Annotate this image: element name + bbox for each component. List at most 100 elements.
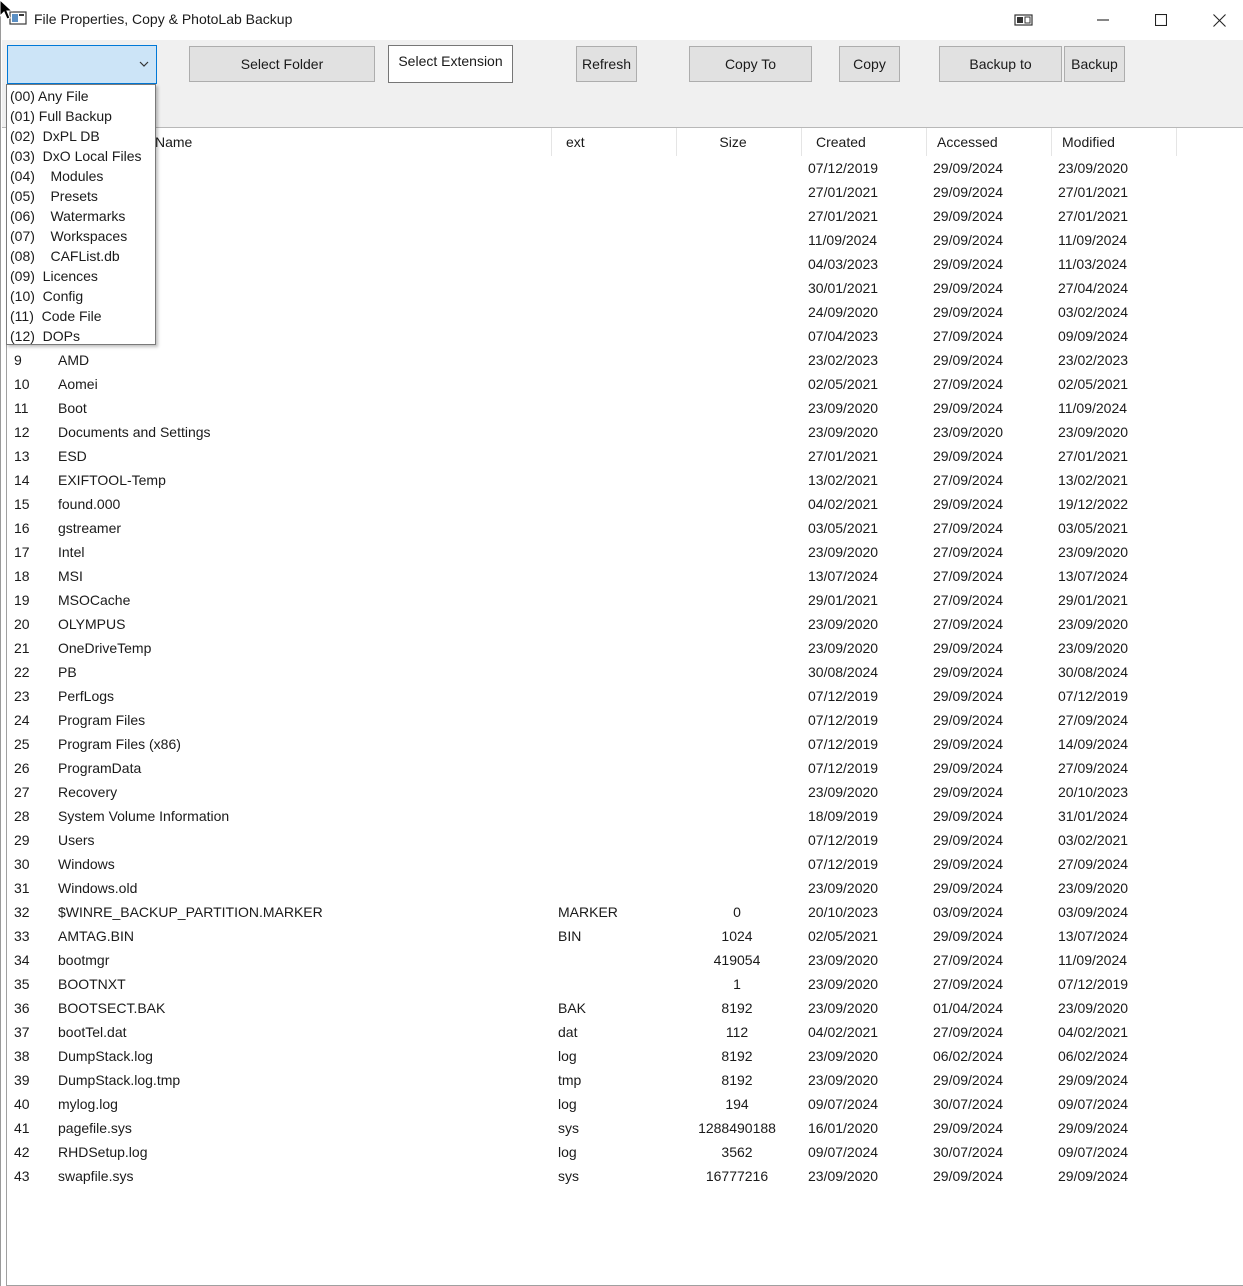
table-row[interactable]: 39 DumpStack.log.tmp tmp 8192 23/09/2020 29/0… xyxy=(7,1068,1243,1092)
dropdown-option[interactable]: (00) Any File xyxy=(7,86,155,106)
cell-modified: 29/01/2021 xyxy=(1058,592,1129,608)
cell-name: ProgramData xyxy=(58,760,142,776)
table-row[interactable]: 43 swapfile.sys sys 16777216 23/09/2020 29/09… xyxy=(7,1164,1243,1188)
column-header-size[interactable]: Size xyxy=(677,128,802,156)
cell-accessed: 29/09/2024 xyxy=(933,184,1004,200)
maximize-button[interactable] xyxy=(1132,0,1190,40)
backup-to-button[interactable]: Backup to xyxy=(939,46,1062,82)
cell-size: 419054 xyxy=(713,952,761,968)
dropdown-option[interactable]: (09) Licences xyxy=(7,266,155,286)
table-row[interactable]: Catalogs30/01/202129/09/202427/04/2024 xyxy=(7,276,1243,300)
refresh-button[interactable]: Refresh xyxy=(576,46,637,82)
cell-name: Boot xyxy=(58,400,87,416)
table-row[interactable]: 11/09/2024 29/09/2024 11/09/2024 xyxy=(7,228,1243,252)
dropdown-option[interactable]: (06) Watermarks xyxy=(7,206,155,226)
table-row[interactable]: 37 bootTel.dat dat 112 04/02/2021 27/09/2024 0… xyxy=(7,1020,1243,1044)
dropdown-option[interactable]: (04) Modules xyxy=(7,166,155,186)
dropdown-option[interactable]: (10) Config xyxy=(7,286,155,306)
column-header-modified[interactable]: Modified xyxy=(1052,128,1177,156)
table-row[interactable]: 42 RHDSetup.log log 3562 09/07/2024 30/07/202… xyxy=(7,1140,1243,1164)
table-row[interactable]: 20 OLYMPUS 23/09/2020 27/09/2024 23/09/2020 xyxy=(7,612,1243,636)
table-row[interactable]: 38 DumpStack.log log 8192 23/09/2020 06/02/20… xyxy=(7,1044,1243,1068)
table-row[interactable]: 40 mylog.log log 194 09/07/2024 30/07/2024 09/… xyxy=(7,1092,1243,1116)
table-row[interactable]: S27/01/202129/09/202427/01/2021 xyxy=(7,204,1243,228)
table-row[interactable]: 29 Users 07/12/2019 29/09/2024 03/02/2021 xyxy=(7,828,1243,852)
cell-ext: BAK xyxy=(558,1000,587,1016)
dropdown-option[interactable]: (03) DxO Local Files xyxy=(7,146,155,166)
cell-num: 33 xyxy=(14,928,30,944)
backup-button[interactable]: Backup xyxy=(1064,46,1125,82)
dropdown-option[interactable]: (05) Presets xyxy=(7,186,155,206)
table-row[interactable]: 12 Documents and Settings 23/09/2020 23/09/… xyxy=(7,420,1243,444)
table-row[interactable]: 9 AMD 23/02/2023 29/09/2024 23/02/2023 xyxy=(7,348,1243,372)
cell-size xyxy=(677,492,797,516)
cell-size xyxy=(677,372,797,396)
table-row[interactable]: 31 Windows.old 23/09/2020 29/09/2024 23/09/2… xyxy=(7,876,1243,900)
column-header-ext[interactable]: ext xyxy=(552,128,677,156)
table-row[interactable]: 04/03/2023 29/09/2024 11/03/2024 xyxy=(7,252,1243,276)
table-row[interactable]: 24/09/2020 29/09/2024 03/02/2024 xyxy=(7,300,1243,324)
table-row[interactable]: 26 ProgramData 07/12/2019 29/09/2024 27/09/2… xyxy=(7,756,1243,780)
table-row[interactable]: 32 $WINRE_BACKUP_PARTITION.MARKER MARKER 0 2… xyxy=(7,900,1243,924)
table-row[interactable]: 36 BOOTSECT.BAK BAK 8192 23/09/2020 01/04/202… xyxy=(7,996,1243,1020)
table-row[interactable]: 30 Windows 07/12/2019 29/09/2024 27/09/2024 xyxy=(7,852,1243,876)
table-row[interactable]: 22 PB 30/08/2024 29/09/2024 30/08/2024 xyxy=(7,660,1243,684)
table-row[interactable]: 24 Program Files 07/12/2019 29/09/2024 27/09… xyxy=(7,708,1243,732)
table-row[interactable]: 07/04/2023 27/09/2024 09/09/2024 xyxy=(7,324,1243,348)
backup-type-combobox[interactable] xyxy=(7,45,157,84)
table-row[interactable]: 21 OneDriveTemp 23/09/2020 29/09/2024 23/09/… xyxy=(7,636,1243,660)
cell-accessed: 29/09/2024 xyxy=(933,208,1004,224)
column-header-accessed[interactable]: Accessed xyxy=(927,128,1052,156)
dropdown-option[interactable]: (01) Full Backup xyxy=(7,106,155,126)
dropdown-option[interactable]: (02) DxPL DB xyxy=(7,126,155,146)
table-row[interactable]: 25 Program Files (x86) 07/12/2019 29/09/202… xyxy=(7,732,1243,756)
table-row[interactable]: BT27/01/202129/09/202427/01/2021 xyxy=(7,180,1243,204)
column-header-created[interactable]: Created xyxy=(802,128,927,156)
cell-num: 37 xyxy=(14,1024,30,1040)
table-row[interactable]: 35 BOOTNXT 1 23/09/2020 27/09/2024 07/12/2019 xyxy=(7,972,1243,996)
cell-size xyxy=(677,204,797,228)
table-row[interactable]: 34 bootmgr 419054 23/09/2020 27/09/2024 11/09… xyxy=(7,948,1243,972)
table-row[interactable]: 27 Recovery 23/09/2020 29/09/2024 20/10/2023 xyxy=(7,780,1243,804)
cell-created: 27/01/2021 xyxy=(808,208,879,224)
table-row[interactable]: 15 found.000 04/02/2021 29/09/2024 19/12/202… xyxy=(7,492,1243,516)
dropdown-option[interactable]: (08) CAFList.db xyxy=(7,246,155,266)
cell-created: 18/09/2019 xyxy=(808,808,879,824)
title-bar[interactable]: File Properties, Copy & PhotoLab Backup xyxy=(1,0,1243,40)
cell-created: 23/09/2020 xyxy=(808,544,879,560)
table-row[interactable]: 19 MSOCache 29/01/2021 27/09/2024 29/01/2021 xyxy=(7,588,1243,612)
cell-created: 09/07/2024 xyxy=(808,1144,879,1160)
dropdown-option[interactable]: (11) Code File xyxy=(7,306,155,326)
cell-size xyxy=(677,156,797,180)
table-row[interactable]: 14 EXIFTOOL-Temp 13/02/2021 27/09/2024 13/02… xyxy=(7,468,1243,492)
select-folder-button[interactable]: Select Folder xyxy=(189,46,375,82)
copy-button[interactable]: Copy xyxy=(839,46,900,82)
file-list-view[interactable]: Name ext Size Created Accessed Modified … xyxy=(6,128,1243,1286)
table-row[interactable]: 41 pagefile.sys sys 1288490188 16/01/2020 29/… xyxy=(7,1116,1243,1140)
copy-to-button[interactable]: Copy To xyxy=(689,46,812,82)
table-row[interactable]: 11 Boot 23/09/2020 29/09/2024 11/09/2024 xyxy=(7,396,1243,420)
cell-name: DumpStack.log.tmp xyxy=(58,1072,181,1088)
cell-size: 8192 xyxy=(721,1072,753,1088)
table-row[interactable]: 18 MSI 13/07/2024 27/09/2024 13/07/2024 xyxy=(7,564,1243,588)
cell-accessed: 27/09/2024 xyxy=(933,952,1004,968)
minimize-button[interactable] xyxy=(1074,0,1132,40)
table-row[interactable]: 33 AMTAG.BIN BIN 1024 02/05/2021 29/09/2024 13… xyxy=(7,924,1243,948)
close-button[interactable] xyxy=(1190,0,1243,40)
table-row[interactable]: 17 Intel 23/09/2020 27/09/2024 23/09/2020 xyxy=(7,540,1243,564)
dropdown-option[interactable]: (12) DOPs xyxy=(7,326,155,346)
table-row[interactable]: 28 System Volume Information 18/09/2019 29/… xyxy=(7,804,1243,828)
table-row[interactable]: 07/12/2019 29/09/2024 23/09/2020 xyxy=(7,156,1243,180)
table-row[interactable]: 16 gstreamer 03/05/2021 27/09/2024 03/05/202… xyxy=(7,516,1243,540)
select-extension-button[interactable]: Select Extension xyxy=(388,45,513,83)
dropdown-option[interactable]: (07) Workspaces xyxy=(7,226,155,246)
table-row[interactable]: 10 Aomei 02/05/2021 27/09/2024 02/05/2021 xyxy=(7,372,1243,396)
cell-accessed: 27/09/2024 xyxy=(933,520,1004,536)
table-row[interactable]: 23 PerfLogs 07/12/2019 29/09/2024 07/12/2019 xyxy=(7,684,1243,708)
cell-size: 1 xyxy=(733,976,741,992)
table-row[interactable]: 13 ESD 27/01/2021 29/09/2024 27/01/2021 xyxy=(7,444,1243,468)
snap-layout-button[interactable] xyxy=(995,0,1053,40)
backup-type-dropdown-list[interactable]: (00) Any File (01) Full Backup (02) DxPL D… xyxy=(6,84,156,345)
cell-size xyxy=(677,396,797,420)
cell-created: 29/01/2021 xyxy=(808,592,879,608)
